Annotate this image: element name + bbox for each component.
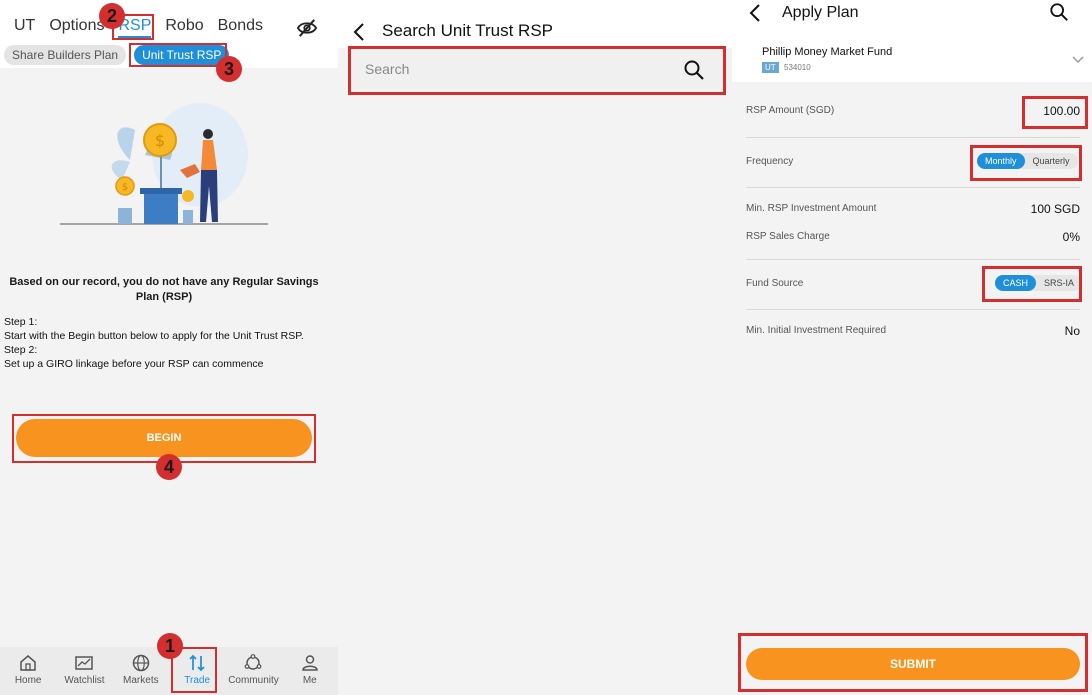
instructions: Step 1: Start with the Begin button belo… [4,315,334,371]
frequency-monthly[interactable]: Monthly [977,153,1025,169]
rsp-amount-label: RSP Amount (SGD) [746,105,835,116]
header: Search Unit Trust RSP [338,0,732,48]
sales-charge-value: 0% [1062,230,1080,244]
search-icon[interactable] [1049,2,1069,22]
nav-markets-label: Markets [123,675,159,686]
eye-off-icon[interactable] [296,18,318,38]
page-title: Search Unit Trust RSP [382,21,554,40]
back-chevron-icon[interactable] [352,22,366,42]
step-marker-4: 4 [156,454,182,480]
chip-unit-trust-rsp[interactable]: Unit Trust RSP [134,45,230,65]
step2-text: Set up a GIRO linkage before your RSP ca… [4,358,264,370]
apply-plan-panel: Apply Plan Phillip Money Market Fund UT … [732,0,1092,695]
tab-bonds[interactable]: Bonds [218,17,263,38]
divider [746,309,1080,310]
rsp-home-panel: UT Options RSP Robo Bonds Share Builders… [0,0,338,695]
begin-button[interactable]: BEGIN [16,419,312,457]
chip-share-builders-plan[interactable]: Share Builders Plan [4,45,127,65]
frequency-label: Frequency [746,156,794,167]
min-initial-value: No [1064,324,1080,338]
no-rsp-heading: Based on our record, you do not have any… [9,276,319,303]
tab-robo[interactable]: Robo [165,17,203,38]
step-marker-1: 1 [157,633,183,659]
nav-home-label: Home [14,675,42,686]
nav-me-label: Me [302,675,317,686]
fund-source-label: Fund Source [746,278,804,289]
home-icon [20,655,36,671]
min-initial-label: Min. Initial Investment Required [746,325,887,336]
rsp-amount-row: RSP Amount (SGD) 100.00 [746,104,1080,121]
svg-text:$: $ [122,182,128,193]
page-title: Apply Plan [782,4,859,21]
search-rsp-panel: Search Unit Trust RSP Search [338,0,732,695]
rsp-illustration: $ $ [60,103,268,225]
trade-tabs: UT Options RSP Robo Bonds [14,17,277,38]
back-chevron-icon[interactable] [748,3,762,23]
fund-source-toggle: CASH SRS-IA [995,275,1083,291]
min-rsp-label: Min. RSP Investment Amount [746,203,877,214]
search-input[interactable]: Search [352,51,722,89]
globe-icon [132,654,150,672]
sales-charge-label: RSP Sales Charge [746,231,830,242]
svg-text:$: $ [155,131,165,150]
nav-watchlist[interactable]: Watchlist [56,647,112,695]
top-bar: UT Options RSP Robo Bonds Share Builders… [0,0,338,68]
submit-button[interactable]: SUBMIT [746,648,1080,680]
nav-community-label: Community [228,675,279,686]
frequency-quarterly[interactable]: Quarterly [1025,153,1078,169]
fund-code: 534010 [784,63,811,72]
fund-source-cash[interactable]: CASH [995,275,1037,291]
person-icon [302,655,318,671]
trade-arrows-icon [189,654,205,672]
rsp-amount-input[interactable]: 100.00 [1043,104,1080,118]
tab-options[interactable]: Options [49,17,104,38]
min-rsp-value: 100 SGD [1030,202,1080,216]
nav-home[interactable]: Home [0,647,56,695]
step1-text: Start with the Begin button below to app… [4,330,304,342]
divider [746,259,1080,260]
sales-charge-row: RSP Sales Charge 0% [746,230,1080,247]
rsp-type-chips: Share Builders Plan Unit Trust RSP [4,45,230,65]
search-placeholder: Search [365,61,410,77]
nav-trade-label: Trade [184,675,211,686]
frequency-toggle: Monthly Quarterly [977,153,1078,169]
min-rsp-row: Min. RSP Investment Amount 100 SGD [746,202,1080,219]
chevron-down-icon[interactable] [1072,56,1084,64]
community-icon [245,654,262,670]
chart-icon [75,656,94,670]
step2-label: Step 2: [4,344,38,356]
step-marker-2: 2 [99,3,125,29]
search-icon[interactable] [683,59,705,81]
nav-community[interactable]: Community [225,647,281,695]
min-initial-row: Min. Initial Investment Required No [746,324,1080,341]
fund-name: Phillip Money Market Fund [762,46,893,58]
step1-label: Step 1: [4,316,38,328]
header: Apply Plan [732,0,1092,40]
fund-selector[interactable]: Phillip Money Market Fund UT 534010 [732,40,1092,82]
nav-me[interactable]: Me [282,647,338,695]
nav-watchlist-label: Watchlist [64,675,105,686]
divider [746,137,1080,138]
divider [746,187,1080,188]
fund-source-srs[interactable]: SRS-IA [1036,275,1082,291]
fund-type-badge: UT [762,62,779,73]
tab-ut[interactable]: UT [14,17,35,38]
step-marker-3: 3 [216,56,242,82]
